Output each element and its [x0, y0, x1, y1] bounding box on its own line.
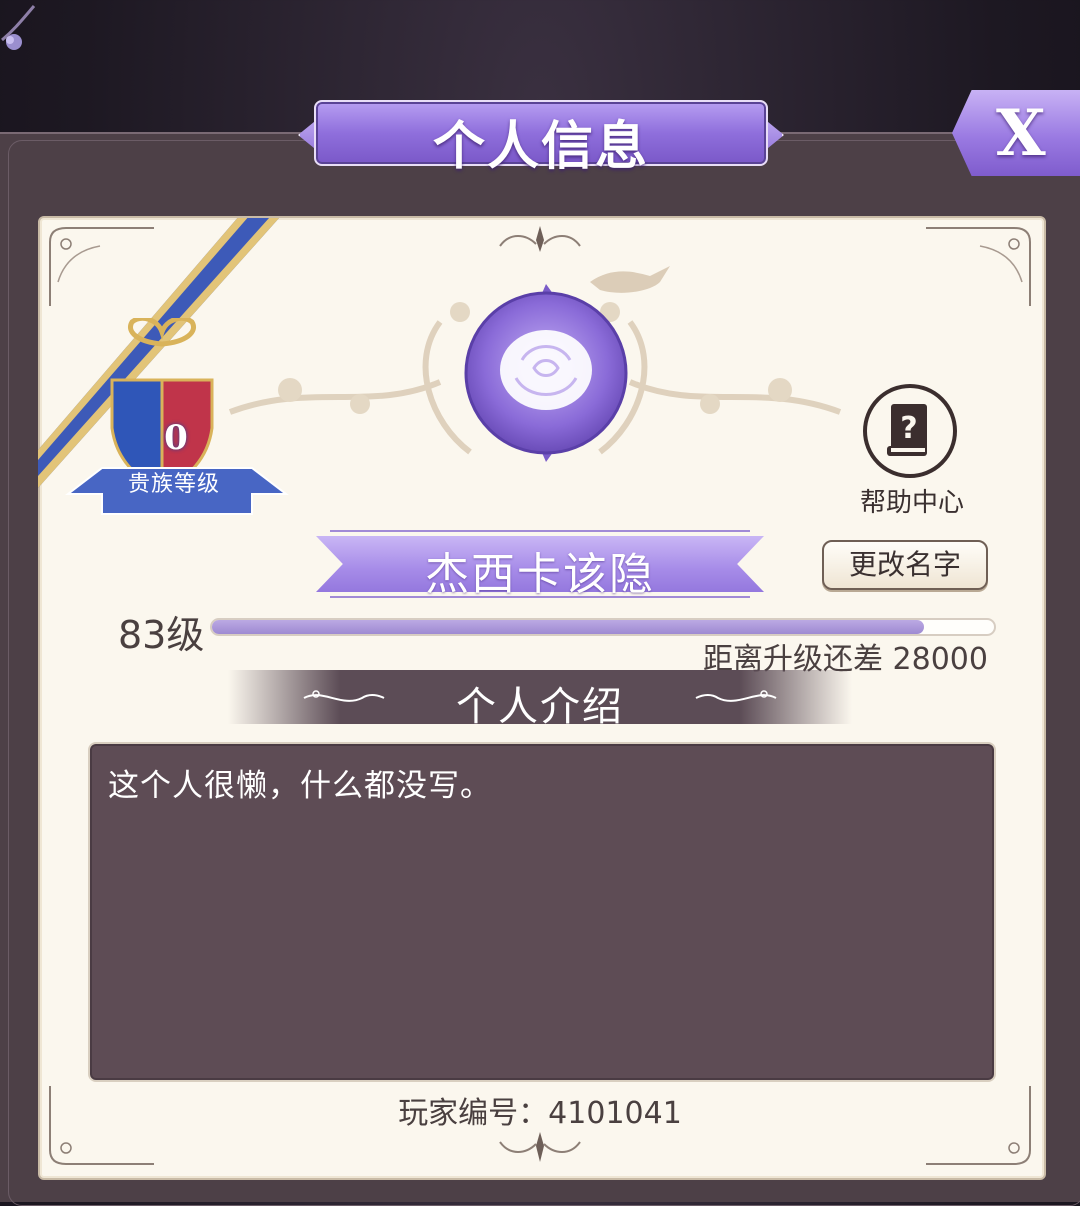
- noble-level-label: 贵族等级: [127, 472, 220, 497]
- close-icon: X: [996, 96, 1046, 171]
- help-center-button[interactable]: ? 帮助中心: [848, 382, 976, 522]
- rename-button[interactable]: 更改名字: [822, 540, 988, 590]
- corner-ornament-icon: [926, 227, 1031, 306]
- avatar[interactable]: [462, 282, 630, 464]
- bottom-ornament-icon: [499, 1132, 581, 1162]
- bio-section-header: 个人介绍: [228, 670, 852, 730]
- player-id: 玩家编号：4101041: [398, 1096, 682, 1131]
- top-ornament-icon: [499, 226, 581, 252]
- flourish-icon: [695, 690, 777, 702]
- help-center-label: 帮助中心: [859, 488, 964, 518]
- player-level: 83级: [118, 613, 205, 657]
- close-button[interactable]: X: [952, 90, 1080, 176]
- help-book-icon: ?: [887, 404, 927, 456]
- help-circle: ?: [863, 384, 957, 478]
- player-name: 杰西卡该隐: [425, 549, 655, 600]
- title-banner: 个人信息: [296, 94, 786, 177]
- ribbon-line: [330, 530, 750, 532]
- bio-textbox[interactable]: 这个人很懒，什么都没写。: [88, 742, 996, 1082]
- xp-progress-fill: [212, 620, 924, 634]
- bio-text: 这个人很懒，什么都没写。: [108, 768, 492, 804]
- rose-icon: [500, 330, 592, 410]
- noble-level-value: 0: [164, 418, 188, 458]
- corner-flourish-icon: [1, 5, 36, 50]
- name-ribbon: 杰西卡该隐: [316, 528, 764, 600]
- svg-text:?: ?: [900, 411, 917, 446]
- page-title: 个人信息: [432, 116, 649, 177]
